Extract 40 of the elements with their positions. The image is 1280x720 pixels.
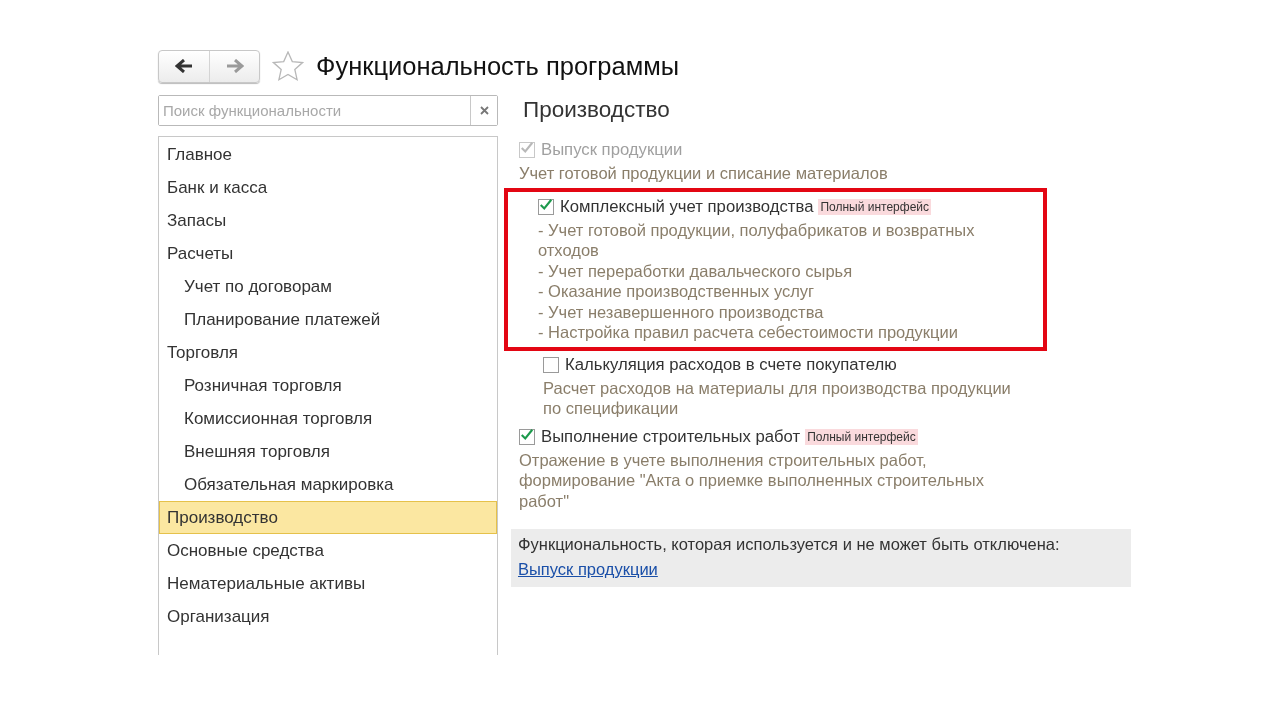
page-title: Функциональность программы <box>316 51 680 81</box>
sidebar-item[interactable]: Комиссионная торговля <box>159 402 497 435</box>
search-field[interactable]: Поиск функциональности <box>158 95 498 126</box>
info-text: Функциональность, которая используется и не может быть отключена: <box>518 535 1061 554</box>
sidebar-item[interactable]: Торговля <box>159 336 497 369</box>
option-description: Отражение в учете выполнения строительных работ, формирование "Акта о приемке выполненных строительных работ" <box>519 449 985 511</box>
sidebar-item[interactable]: Планирование платежей <box>159 303 497 336</box>
option-label: Выпуск продукции <box>541 140 683 160</box>
sidebar-item[interactable]: Расчеты <box>159 237 497 270</box>
sidebar-item[interactable]: Учет по договорам <box>159 270 497 303</box>
sidebar-item[interactable]: Банк и касса <box>159 171 497 204</box>
option-description: - Учет незавершенного производства <box>538 301 825 322</box>
sidebar-item[interactable]: Внешняя торговля <box>159 435 497 468</box>
option-description: - Учет переработки давальческого сырья <box>538 260 854 281</box>
sidebar-item[interactable]: Нематериальные активы <box>159 567 497 600</box>
option-description: - Учет готовой продукции, полуфабрикатов и возвратных отходов <box>538 219 976 261</box>
left-arrow-icon <box>175 59 193 73</box>
sidebar-item[interactable]: Главное <box>159 138 497 171</box>
checkbox[interactable] <box>519 428 535 445</box>
option-label: Выполнение строительных работ <box>541 426 801 447</box>
sidebar-item[interactable]: Обязательная маркировка <box>159 468 497 501</box>
sidebar-item[interactable]: Производство <box>159 501 497 534</box>
option-label: Калькуляция расходов в счете покупателю <box>565 354 897 375</box>
clear-button[interactable] <box>470 96 497 125</box>
star-icon[interactable] <box>272 51 304 81</box>
section-title: Производство <box>523 96 671 124</box>
sidebar-item[interactable]: Розничная торговля <box>159 369 497 402</box>
sidebar-item[interactable]: Организация <box>159 600 497 633</box>
close-icon <box>479 106 489 115</box>
right-arrow-icon <box>225 59 244 73</box>
feature-link[interactable]: Выпуск продукции <box>518 560 658 579</box>
interface-tag: Полный интерфейс <box>818 198 932 215</box>
sidebar-item[interactable]: Запасы <box>159 204 497 237</box>
option-description: Расчет расходов на материалы для производства продукции по спецификации <box>543 377 1012 419</box>
option-label: Комплексный учет производства <box>560 196 814 217</box>
option-description: - Настройка правил расчета себестоимости продукции <box>538 322 959 343</box>
option-description: Учет готовой продукции и списание материалов <box>519 163 889 184</box>
sidebar-item[interactable]: Основные средства <box>159 534 497 567</box>
option-description: - Оказание производственных услуг <box>538 281 816 302</box>
interface-tag: Полный интерфейс <box>805 428 918 445</box>
